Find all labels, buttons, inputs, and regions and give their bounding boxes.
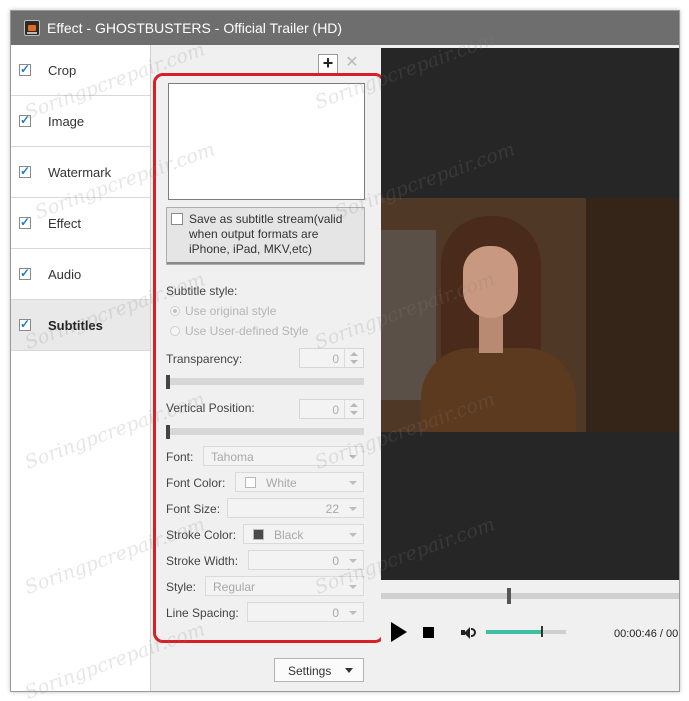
sidebar-item-effect[interactable]: Effect xyxy=(11,198,150,249)
sidebar-item-watermark[interactable]: Watermark xyxy=(11,147,150,198)
sidebar-item-crop[interactable]: Crop xyxy=(11,45,150,96)
video-frame-image xyxy=(381,198,679,432)
user-style-radio[interactable] xyxy=(170,326,180,336)
subtitle-style-label: Subtitle style: xyxy=(166,284,238,298)
subtitle-stream-checkbox[interactable] xyxy=(171,213,183,225)
transparency-stepper[interactable]: 0 xyxy=(299,348,364,368)
transparency-label: Transparency: xyxy=(166,352,243,366)
font-color-select[interactable]: White xyxy=(235,472,364,492)
font-label: Font: xyxy=(166,450,194,464)
effect-sidebar: Crop Image Watermark Effect Audio Subtit… xyxy=(11,45,151,691)
chevron-down-icon xyxy=(349,585,357,589)
font-size-select[interactable]: 22 xyxy=(227,498,364,518)
stop-icon[interactable] xyxy=(423,627,434,638)
original-style-label: Use original style xyxy=(185,304,277,318)
font-color-value: White xyxy=(266,476,297,490)
chevron-down-icon xyxy=(349,507,357,511)
chevron-down-icon xyxy=(349,481,357,485)
chevron-down-icon xyxy=(349,533,357,537)
chevron-down-icon xyxy=(345,668,353,673)
vertical-position-label: Vertical Position: xyxy=(166,401,255,415)
transparency-slider[interactable] xyxy=(166,378,364,385)
subtitles-panel: + ✕ Save as subtitle stream(valid when o… xyxy=(151,45,385,691)
stroke-color-label: Stroke Color: xyxy=(166,528,237,542)
stroke-color-select[interactable]: Black xyxy=(243,524,364,544)
stroke-width-label: Stroke Width: xyxy=(166,554,239,568)
subtitle-list[interactable] xyxy=(168,83,365,200)
subtitle-stream-label: Save as subtitle stream(valid when outpu… xyxy=(189,212,343,256)
vertical-position-slider-handle[interactable] xyxy=(166,425,170,439)
volume-icon[interactable] xyxy=(461,626,477,639)
settings-button[interactable]: Settings xyxy=(274,658,364,682)
delete-subtitle-button[interactable]: ✕ xyxy=(342,54,362,74)
subtitles-checkbox[interactable] xyxy=(19,317,31,331)
stroke-width-stepper[interactable]: 0 xyxy=(248,550,364,570)
font-color-swatch xyxy=(245,477,256,488)
sidebar-item-label: Crop xyxy=(48,62,77,78)
sidebar-item-label: Effect xyxy=(48,215,82,231)
settings-label: Settings xyxy=(288,664,332,678)
stepper-arrows-icon[interactable] xyxy=(344,400,363,418)
time-display: 00:00:46 / 00 xyxy=(614,628,679,640)
sidebar-item-image[interactable]: Image xyxy=(11,96,150,147)
chevron-down-icon xyxy=(349,559,357,563)
stroke-width-value: 0 xyxy=(332,554,339,568)
font-select[interactable]: Tahoma xyxy=(203,446,364,466)
chevron-down-icon xyxy=(349,455,357,459)
stroke-color-swatch xyxy=(253,529,264,540)
vertical-position-slider[interactable] xyxy=(166,428,364,435)
style-label: Style: xyxy=(166,580,197,594)
play-icon[interactable] xyxy=(391,622,407,642)
sidebar-item-label: Image xyxy=(48,113,85,129)
effect-checkbox[interactable] xyxy=(19,215,31,229)
crop-checkbox[interactable] xyxy=(19,62,31,76)
video-preview[interactable] xyxy=(381,48,679,580)
original-style-radio[interactable] xyxy=(170,306,180,316)
font-size-label: Font Size: xyxy=(166,502,221,516)
preview-area: 00:00:46 / 00 xyxy=(381,45,679,691)
sidebar-item-label: Audio xyxy=(48,266,82,282)
image-checkbox[interactable] xyxy=(19,113,31,127)
volume-handle[interactable] xyxy=(541,626,543,637)
transparency-value: 0 xyxy=(332,352,339,366)
seek-bar[interactable] xyxy=(381,593,679,599)
transparency-slider-handle[interactable] xyxy=(166,375,170,389)
window-title: Effect - GHOSTBUSTERS - Official Trailer… xyxy=(47,20,343,36)
font-value: Tahoma xyxy=(211,450,254,464)
user-style-label: Use User-defined Style xyxy=(185,324,309,338)
font-size-value: 22 xyxy=(325,502,339,516)
seek-handle[interactable] xyxy=(507,588,511,604)
vertical-position-stepper[interactable]: 0 xyxy=(299,399,364,419)
stepper-arrows-icon[interactable] xyxy=(344,349,363,367)
subtitle-stream-option[interactable]: Save as subtitle stream(valid when outpu… xyxy=(166,207,365,265)
sidebar-item-label: Watermark xyxy=(48,164,112,180)
app-film-icon xyxy=(24,20,40,36)
effect-window: Effect - GHOSTBUSTERS - Official Trailer… xyxy=(10,10,680,692)
watermark-checkbox[interactable] xyxy=(19,164,31,178)
line-spacing-stepper[interactable]: 0 xyxy=(247,602,364,622)
style-value: Regular xyxy=(213,580,256,594)
font-color-label: Font Color: xyxy=(166,476,226,490)
sidebar-item-audio[interactable]: Audio xyxy=(11,249,150,300)
stroke-color-value: Black xyxy=(274,528,304,542)
sidebar-item-label: Subtitles xyxy=(48,317,103,333)
vertical-position-value: 0 xyxy=(332,403,339,417)
audio-checkbox[interactable] xyxy=(19,266,31,280)
chevron-down-icon xyxy=(349,611,357,615)
style-select[interactable]: Regular xyxy=(205,576,364,596)
line-spacing-label: Line Spacing: xyxy=(166,606,239,620)
line-spacing-value: 0 xyxy=(332,606,339,620)
add-subtitle-button[interactable]: + xyxy=(318,54,338,74)
sidebar-item-subtitles[interactable]: Subtitles xyxy=(11,300,150,351)
volume-slider[interactable] xyxy=(486,630,566,634)
title-bar: Effect - GHOSTBUSTERS - Official Trailer… xyxy=(11,11,679,45)
volume-fill xyxy=(486,630,542,634)
